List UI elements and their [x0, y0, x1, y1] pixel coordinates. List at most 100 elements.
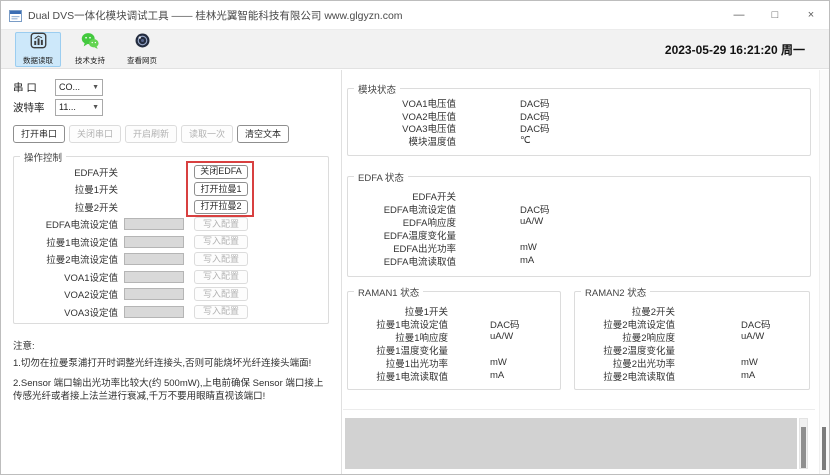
maximize-button[interactable]: □: [757, 1, 793, 29]
status-label: 拉曼1温度变化量: [348, 343, 448, 357]
status-unit: mA: [520, 255, 534, 266]
toolbar-label-view-web: 查看网页: [127, 55, 157, 66]
toolbar: 数据读取 技术支持 查看网页 2023-05-29 16:21:20 周一: [1, 29, 829, 69]
status-row: 拉曼2温度变化量: [575, 343, 809, 356]
voa2-set-input[interactable]: [124, 288, 184, 300]
write-config-button[interactable]: 写入配置: [194, 287, 248, 301]
group-title: RAMAN2 状态: [581, 285, 650, 299]
edfa-current-input[interactable]: [124, 218, 184, 230]
serial-port-value: CO...: [59, 82, 80, 92]
read-once-button[interactable]: 读取一次: [181, 125, 233, 143]
clear-text-button[interactable]: 清空文本: [237, 125, 289, 143]
raman1-toggle-button[interactable]: 打开拉曼1: [194, 182, 248, 196]
status-row: 拉曼1电流读取值mA: [348, 369, 560, 382]
status-row: 拉曼1出光功率 mW: [348, 356, 560, 369]
log-scrollbar-thumb[interactable]: [801, 427, 806, 468]
log-scrollbar[interactable]: [799, 418, 808, 469]
voa1-set-input[interactable]: [124, 271, 184, 283]
status-row: 拉曼1开关: [348, 304, 560, 317]
baud-rate-select[interactable]: 11... ▼: [55, 99, 103, 116]
app-icon: [9, 9, 22, 21]
status-unit: mW: [741, 357, 758, 368]
write-config-button[interactable]: 写入配置: [194, 270, 248, 284]
serial-port-select[interactable]: CO... ▼: [55, 79, 103, 96]
toolbar-item-tech-support[interactable]: 技术支持: [67, 32, 113, 67]
write-config-button[interactable]: 写入配置: [194, 305, 248, 319]
raman1-current-row: 拉曼1电流设定值 写入配置: [22, 233, 320, 251]
status-row: EDFA出光功率 mW: [348, 241, 810, 254]
control-label: VOA1设定值: [22, 270, 118, 284]
notes-section: 注意: 1.切勿在拉曼泵浦打开时调整光纤连接头,否则可能烧坏光纤连接头端面! 2…: [13, 338, 329, 403]
status-row: 拉曼2开关: [575, 304, 809, 317]
close-button[interactable]: ×: [793, 1, 829, 29]
serial-port-row: 串 口 CO... ▼: [13, 78, 329, 96]
toolbar-item-view-web[interactable]: 查看网页: [119, 32, 165, 67]
serial-buttons-row: 打开串口 关闭串口 开启刷新 读取一次 清空文本: [13, 125, 329, 143]
edfa-toggle-button[interactable]: 关闭EDFA: [194, 165, 248, 179]
status-label: EDFA响应度: [348, 215, 456, 229]
write-config-button[interactable]: 写入配置: [194, 252, 248, 266]
chevron-down-icon: ▼: [92, 84, 99, 91]
note-line-2: 2.Sensor 端口输出光功率比较大(约 500mW),上电前确保 Senso…: [13, 378, 329, 404]
status-row: 拉曼1电流设定值DAC码: [348, 317, 560, 330]
toolbar-item-data-read[interactable]: 数据读取: [15, 32, 61, 67]
notes-title: 注意:: [13, 338, 329, 352]
status-label: 拉曼1开关: [348, 304, 448, 318]
status-unit: ℃: [520, 135, 531, 146]
status-unit: mW: [490, 357, 507, 368]
window-controls: — □ ×: [721, 1, 829, 29]
status-row: 拉曼2出光功率 mW: [575, 356, 809, 369]
write-config-button[interactable]: 写入配置: [194, 235, 248, 249]
panel-scrollbar-thumb[interactable]: [822, 427, 826, 470]
separator-line: [343, 409, 815, 410]
status-label: EDFA温度变化量: [348, 228, 456, 242]
control-label: 拉曼2开关: [22, 200, 118, 214]
chart-icon: [30, 32, 47, 54]
status-row: EDFA开关: [348, 189, 810, 202]
log-textbox[interactable]: [345, 418, 797, 469]
control-label: 拉曼1开关: [22, 182, 118, 196]
status-label: 拉曼2出光功率: [575, 356, 675, 370]
status-label: 拉曼2响应度: [575, 330, 675, 344]
open-serial-button[interactable]: 打开串口: [13, 125, 65, 143]
status-row: 拉曼1温度变化量: [348, 343, 560, 356]
start-refresh-button[interactable]: 开启刷新: [125, 125, 177, 143]
status-row: 模块温度值℃: [348, 135, 810, 148]
edfa-switch-row: EDFA开关 关闭EDFA: [22, 163, 320, 181]
status-unit: DAC码: [741, 317, 771, 331]
write-config-button[interactable]: 写入配置: [194, 217, 248, 231]
wechat-icon: [81, 32, 99, 54]
voa3-set-input[interactable]: [124, 306, 184, 318]
raman2-toggle-button[interactable]: 打开拉曼2: [194, 200, 248, 214]
window-title: Dual DVS一体化模块调试工具 —— 桂林光翼智能科技有限公司 www.gl…: [28, 8, 403, 23]
left-panel: 串 口 CO... ▼ 波特率 11... ▼ 打开串口 关闭串口 开启刷新 读…: [1, 70, 342, 474]
raman1-switch-row: 拉曼1开关 打开拉曼1: [22, 181, 320, 199]
status-unit: uA/W: [741, 331, 764, 342]
status-label: 拉曼2开关: [575, 304, 675, 318]
minimize-button[interactable]: —: [721, 1, 757, 29]
status-row: VOA2电压值DAC码: [348, 110, 810, 123]
status-label: 拉曼1电流设定值: [348, 317, 448, 331]
app-window: Dual DVS一体化模块调试工具 —— 桂林光翼智能科技有限公司 www.gl…: [0, 0, 830, 475]
status-label: 拉曼2电流设定值: [575, 317, 675, 331]
voa2-set-row: VOA2设定值 写入配置: [22, 286, 320, 304]
voa3-set-row: VOA3设定值 写入配置: [22, 303, 320, 321]
status-label: 拉曼2温度变化量: [575, 343, 675, 357]
close-serial-button[interactable]: 关闭串口: [69, 125, 121, 143]
status-row: EDFA响应度uA/W: [348, 215, 810, 228]
status-row: EDFA电流设定值DAC码: [348, 202, 810, 215]
panel-scrollbar[interactable]: [819, 70, 829, 474]
group-title: 操作控制: [20, 150, 66, 164]
right-panel: 模块状态 VOA1电压值DAC码 VOA2电压值DAC码 VOA3电压值DAC码…: [343, 70, 829, 474]
raman1-current-input[interactable]: [124, 236, 184, 248]
group-title: 模块状态: [354, 82, 400, 96]
voa1-set-row: VOA1设定值 写入配置: [22, 268, 320, 286]
status-unit: mW: [520, 242, 537, 253]
status-label: EDFA出光功率: [348, 241, 456, 255]
titlebar: Dual DVS一体化模块调试工具 —— 桂林光翼智能科技有限公司 www.gl…: [1, 1, 829, 29]
note-line-1: 1.切勿在拉曼泵浦打开时调整光纤连接头,否则可能烧坏光纤连接头端面!: [13, 358, 329, 371]
status-row: EDFA温度变化量: [348, 228, 810, 241]
raman2-current-input[interactable]: [124, 253, 184, 265]
status-row: 拉曼1响应度uA/W: [348, 330, 560, 343]
status-label: 拉曼1出光功率: [348, 356, 448, 370]
